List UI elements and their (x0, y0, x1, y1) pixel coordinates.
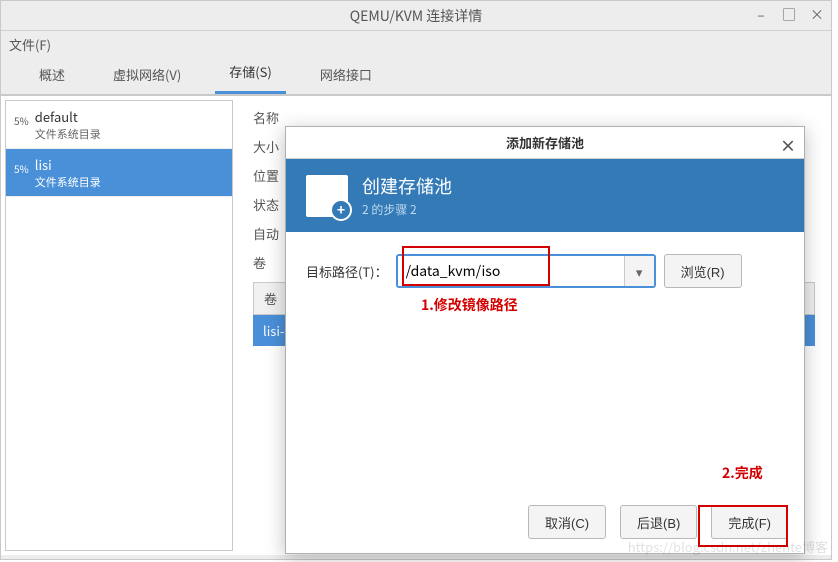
maximize-button[interactable]: □ (779, 5, 799, 25)
tab-overview[interactable]: 概述 (25, 57, 79, 94)
tab-storage[interactable]: 存储(S) (215, 54, 286, 94)
pool-name: default (14, 107, 224, 126)
dialog-title: 添加新存储池 × (286, 127, 804, 159)
pool-usage: 5% (14, 113, 29, 128)
tab-net-interface[interactable]: 网络接口 (306, 57, 386, 94)
pool-list: 5% default 文件系统目录 5% lisi 文件系统目录 (5, 100, 233, 551)
target-path-input[interactable] (398, 256, 624, 286)
dialog-step: 2 的步骤 2 (362, 201, 452, 218)
pool-usage: 5% (14, 161, 29, 176)
dialog-header: 创建存储池 2 的步骤 2 (286, 159, 804, 232)
chevron-down-icon[interactable]: ▾ (624, 256, 654, 286)
close-button[interactable]: × (807, 5, 827, 25)
target-path-label: 目标路径(T)： (306, 262, 388, 281)
new-pool-icon (306, 175, 348, 217)
pool-name: lisi (14, 155, 224, 174)
pool-item-lisi[interactable]: 5% lisi 文件系统目录 (6, 149, 232, 197)
target-path-combo[interactable]: ▾ (396, 254, 656, 288)
pool-item-default[interactable]: 5% default 文件系统目录 (6, 101, 232, 149)
menubar: 文件(F) (1, 31, 831, 57)
pool-type: 文件系统目录 (14, 174, 224, 190)
cancel-button[interactable]: 取消(C) (528, 505, 606, 539)
dialog-header-title: 创建存储池 (362, 173, 452, 199)
titlebar: QEMU/KVM 连接详情 – □ × (1, 1, 831, 31)
label-name: 名称 (253, 108, 815, 127)
minimize-button[interactable]: – (751, 5, 771, 25)
menu-file[interactable]: 文件(F) (9, 35, 51, 54)
add-pool-dialog: 添加新存储池 × 创建存储池 2 的步骤 2 目标路径(T)： ▾ 浏览(R) … (285, 126, 805, 554)
annotation-text-2: 2.完成 (722, 463, 763, 483)
window-title: QEMU/KVM 连接详情 (1, 6, 831, 26)
close-icon[interactable]: × (780, 133, 796, 157)
browse-button[interactable]: 浏览(R) (664, 254, 742, 288)
tabs: 概述 虚拟网络(V) 存储(S) 网络接口 (1, 57, 831, 95)
finish-button[interactable]: 完成(F) (711, 505, 788, 539)
pool-type: 文件系统目录 (14, 126, 224, 142)
tab-virtual-network[interactable]: 虚拟网络(V) (99, 57, 195, 94)
back-button[interactable]: 后退(B) (620, 505, 697, 539)
